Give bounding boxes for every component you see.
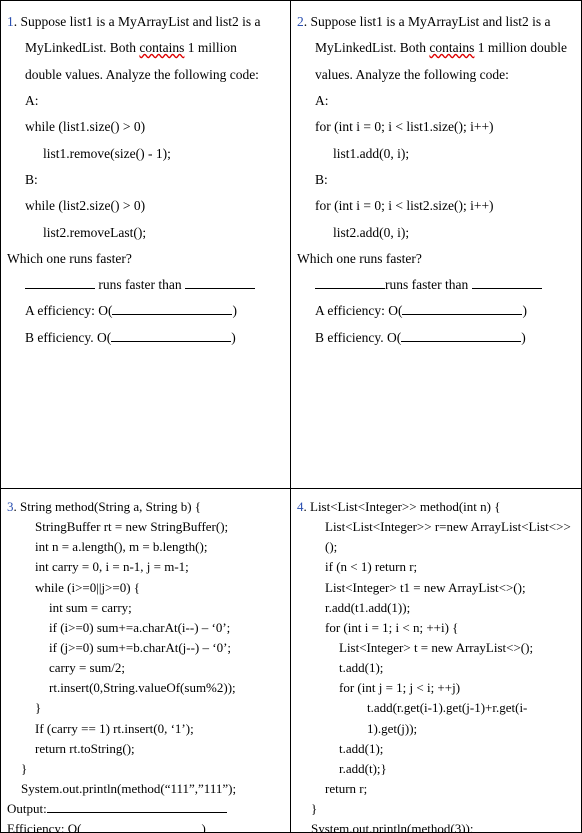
q2-eff-a: A efficiency: O()	[297, 298, 575, 324]
q1-label-a: A:	[7, 88, 284, 114]
q1-number: 1	[7, 14, 14, 29]
q4-l12: return r;	[297, 779, 575, 799]
q2-eff-b: B efficiency. O()	[297, 325, 575, 351]
q4-l11: r.add(t);}	[297, 759, 575, 779]
question-2-cell: 2. Suppose list1 is a MyArrayList and li…	[291, 0, 582, 489]
q3-l13: }	[7, 759, 284, 779]
q1-code-b2: list2.removeLast();	[7, 220, 284, 246]
q1-eff-a: A efficiency: O()	[7, 298, 284, 324]
q2-label-a: A:	[297, 88, 575, 114]
q3-l3: int carry = 0, i = n-1, j = m-1;	[7, 557, 284, 577]
q1-label-b: B:	[7, 167, 284, 193]
q3-l2: int n = a.length(), m = b.length();	[7, 537, 284, 557]
q3-l9: rt.insert(0,String.valueOf(sum%2));	[7, 678, 284, 698]
spellcheck-underline: contains	[429, 40, 474, 55]
blank-input[interactable]	[25, 277, 95, 289]
blank-input[interactable]	[111, 330, 231, 342]
q4-l5: for (int i = 1; i < n; ++i) {	[297, 618, 575, 638]
question-3-cell: 3. String method(String a, String b) { S…	[0, 489, 291, 833]
q2-intro-line3: values. Analyze the following code:	[297, 62, 575, 88]
q2-intro-line2: MyLinkedList. Both contains 1 million do…	[297, 35, 575, 61]
q1-code-b1: while (list2.size() > 0)	[7, 193, 284, 219]
q2-code-a1: for (int i = 0; i < list1.size(); i++)	[297, 114, 575, 140]
blank-input[interactable]	[401, 330, 521, 342]
q3-head: 3. String method(String a, String b) {	[7, 497, 284, 517]
q2-intro: 2. Suppose list1 is a MyArrayList and li…	[297, 9, 575, 35]
q3-l10: }	[7, 698, 284, 718]
blank-input[interactable]	[185, 277, 255, 289]
q2-code-b2: list2.add(0, i);	[297, 220, 575, 246]
q4-l3: List<Integer> t1 = new ArrayList<>();	[297, 578, 575, 598]
q1-intro: 1. Suppose list1 is a MyArrayList and li…	[7, 9, 284, 35]
q4-l9: t.add(r.get(i-1).get(j-1)+r.get(i-1).get…	[297, 698, 575, 738]
q2-code-a2: list1.add(0, i);	[297, 141, 575, 167]
blank-input[interactable]	[472, 277, 542, 289]
q2-code-b1: for (int i = 0; i < list2.size(); i++)	[297, 193, 575, 219]
q2-which: Which one runs faster?	[297, 246, 575, 272]
spellcheck-underline: contains	[139, 40, 184, 55]
q1-faster-blank: runs faster than	[7, 272, 284, 298]
blank-input[interactable]	[81, 822, 201, 833]
q1-intro-line2: MyLinkedList. Both contains 1 million	[7, 35, 284, 61]
q3-l8: carry = sum/2;	[7, 658, 284, 678]
question-1-cell: 1. Suppose list1 is a MyArrayList and li…	[0, 0, 291, 489]
q3-l11: If (carry == 1) rt.insert(0, ‘1’);	[7, 719, 284, 739]
blank-input[interactable]	[112, 303, 232, 315]
q1-intro-line3: double values. Analyze the following cod…	[7, 62, 284, 88]
q1-eff-b: B efficiency. O()	[7, 325, 284, 351]
q4-l1: List<List<Integer>> r=new ArrayList<List…	[297, 517, 575, 557]
q4-call: System.out.println(method(3));	[297, 819, 575, 833]
q3-l7: if (j>=0) sum+=b.charAt(j--) – ‘0’;	[7, 638, 284, 658]
q3-l1: StringBuffer rt = new StringBuffer();	[7, 517, 284, 537]
blank-input[interactable]	[47, 801, 227, 813]
q1-which: Which one runs faster?	[7, 246, 284, 272]
q4-l8: for (int j = 1; j < i; ++j)	[297, 678, 575, 698]
question-4-cell: 4. List<List<Integer>> method(int n) { L…	[291, 489, 582, 833]
q4-head: 4. List<List<Integer>> method(int n) {	[297, 497, 575, 517]
q3-call: System.out.println(method(“111”,”111”);	[7, 779, 284, 799]
q4-l13: }	[297, 799, 575, 819]
q4-l7: t.add(1);	[297, 658, 575, 678]
q3-l5: int sum = carry;	[7, 598, 284, 618]
blank-input[interactable]	[315, 277, 385, 289]
q2-number: 2	[297, 14, 304, 29]
q4-l2: if (n < 1) return r;	[297, 557, 575, 577]
q3-efficiency: Efficiency: O()	[7, 819, 284, 833]
q3-l6: if (i>=0) sum+=a.charAt(i--) – ‘0’;	[7, 618, 284, 638]
q2-label-b: B:	[297, 167, 575, 193]
q1-code-a1: while (list1.size() > 0)	[7, 114, 284, 140]
q4-l10: t.add(1);	[297, 739, 575, 759]
q3-l12: return rt.toString();	[7, 739, 284, 759]
q1-code-a2: list1.remove(size() - 1);	[7, 141, 284, 167]
q3-output: Output:	[7, 799, 284, 819]
q4-l4: r.add(t1.add(1));	[297, 598, 575, 618]
q2-faster-blank: runs faster than	[297, 272, 575, 298]
q4-l6: List<Integer> t = new ArrayList<>();	[297, 638, 575, 658]
blank-input[interactable]	[402, 303, 522, 315]
q3-l4: while (i>=0||j>=0) {	[7, 578, 284, 598]
